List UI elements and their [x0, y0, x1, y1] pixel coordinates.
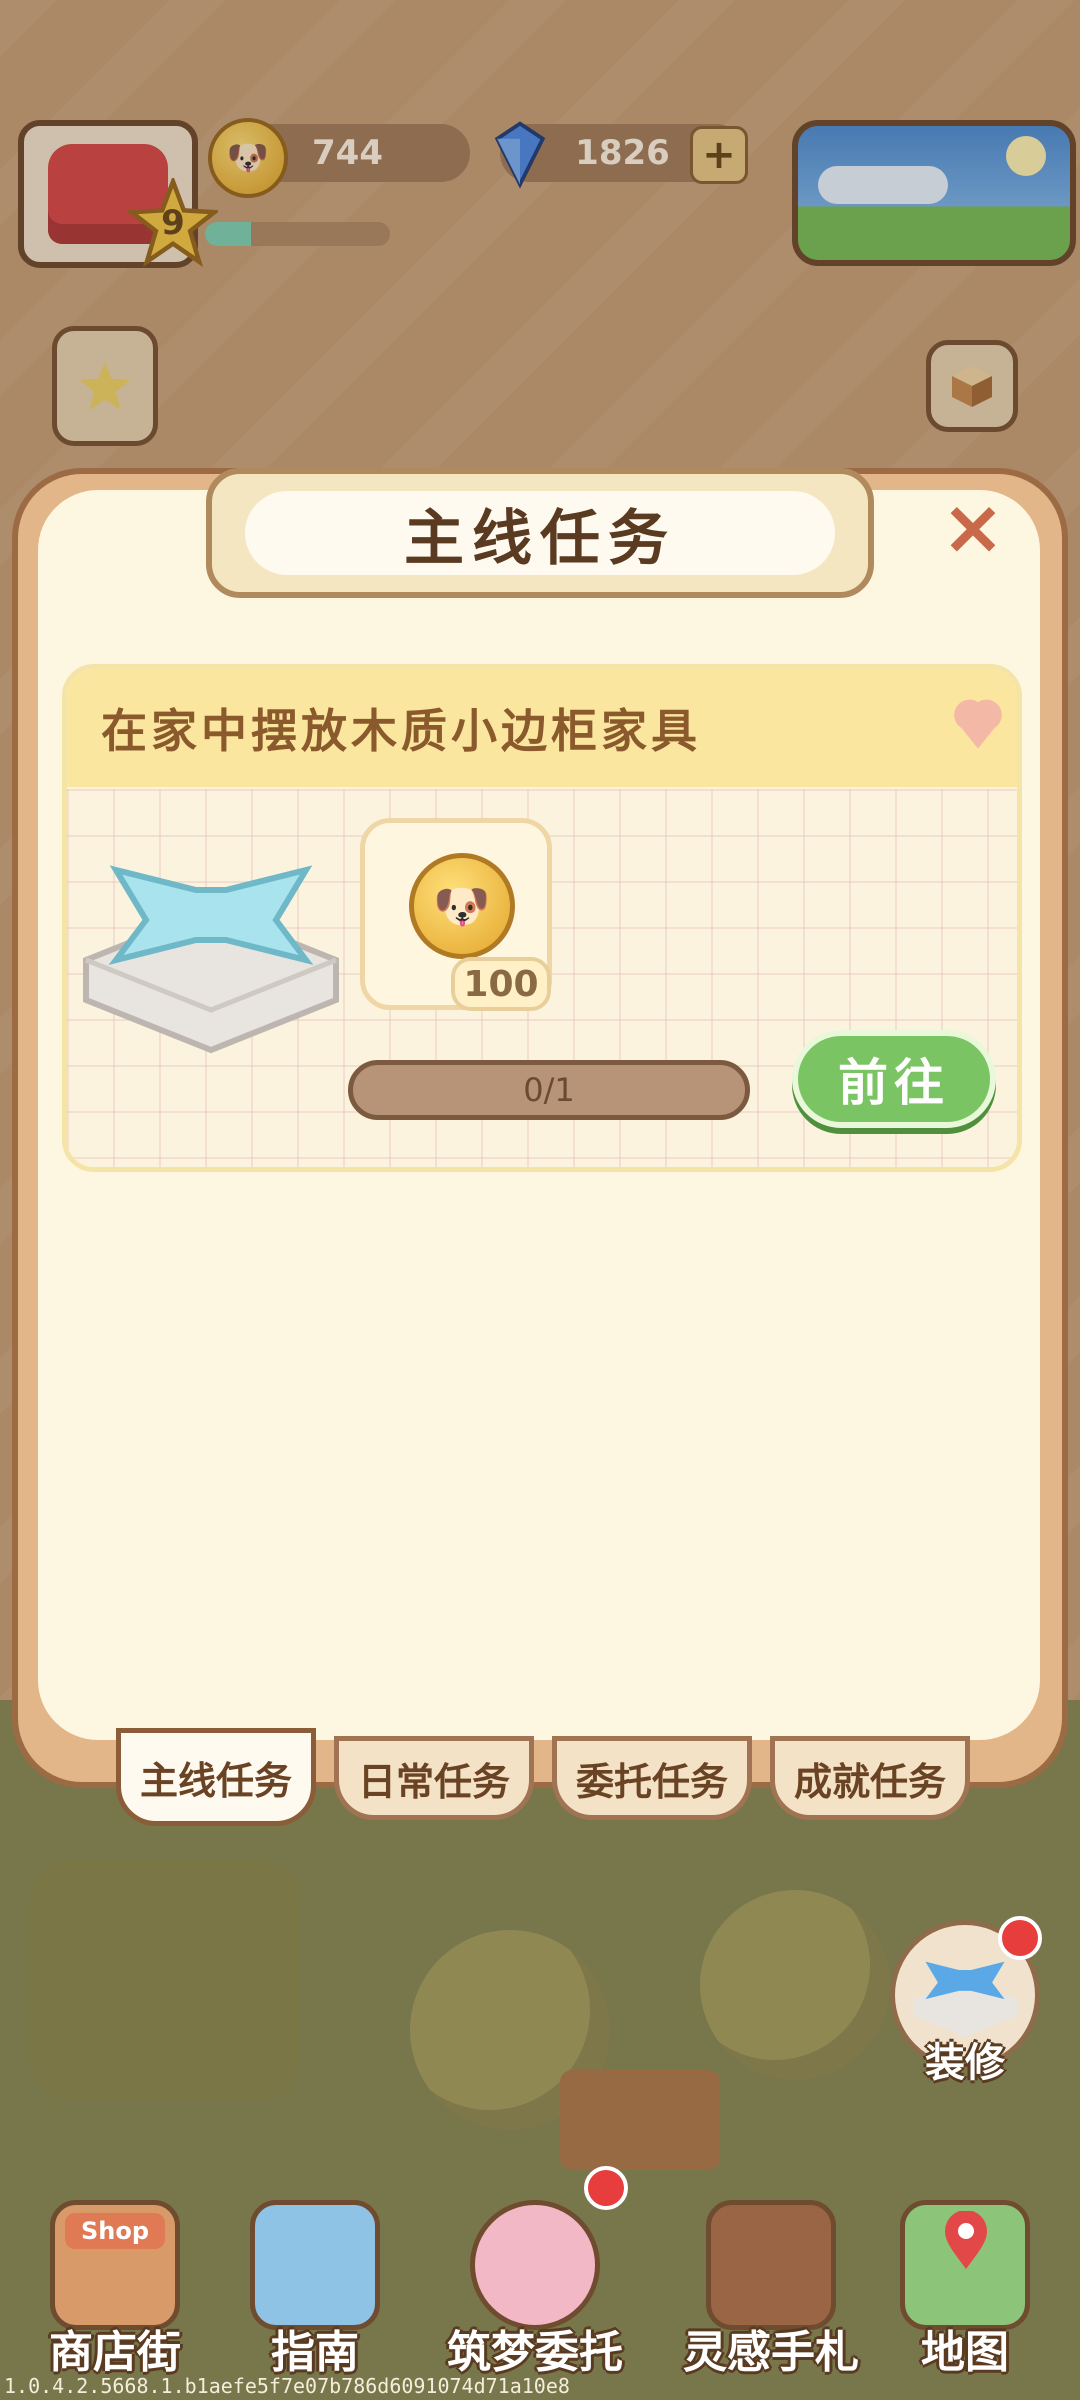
decorate-label: 装修 [925, 2040, 1005, 2086]
quill-book-icon [706, 2200, 836, 2330]
shop-icon: Shop [50, 2200, 180, 2330]
nav-label: 筑梦委托 [447, 2327, 623, 2378]
nav-shop-street[interactable]: Shop 商店街 [20, 2190, 210, 2386]
coin-icon: 🐶 [409, 853, 515, 959]
tab-commission-quest[interactable]: 委托任务 [552, 1736, 752, 1820]
modal-title-plate: 主线任务 [206, 468, 874, 598]
task-description: 在家中摆放木质小边柜家具 [101, 704, 701, 758]
modal-title: 主线任务 [245, 491, 835, 575]
version-text: 1.0.4.2.5668.1.b1aefe5f7e07b786d6091074d… [4, 2374, 570, 2398]
task-header: 在家中摆放木质小边柜家具 [67, 669, 1017, 787]
notification-dot [998, 1916, 1042, 1960]
tab-daily-quest[interactable]: 日常任务 [334, 1736, 534, 1820]
task-progress-bar: 0/1 [348, 1060, 750, 1120]
side-cabinet-icon [83, 865, 339, 1054]
nav-inspiration-notes[interactable]: 灵感手札 [676, 2190, 866, 2386]
nav-map[interactable]: 地图 [870, 2190, 1060, 2386]
reward-quantity: 100 [451, 957, 551, 1011]
close-button[interactable]: × [938, 489, 1008, 565]
reward-card: 🐶 100 [360, 818, 552, 1011]
heart-decoration-icon [954, 699, 1002, 749]
nav-label: 指南 [271, 2327, 359, 2378]
guide-icon [250, 2200, 380, 2330]
nav-guide[interactable]: 指南 [220, 2190, 410, 2386]
nav-label: 商店街 [49, 2327, 181, 2378]
nav-label: 灵感手札 [683, 2327, 859, 2378]
task-progress-text: 0/1 [523, 1071, 575, 1109]
quest-tabs: 主线任务 日常任务 委托任务 成就任务 [116, 1728, 976, 1828]
go-button[interactable]: 前往 [792, 1030, 996, 1128]
nav-label: 地图 [921, 2327, 1009, 2378]
map-icon [900, 2200, 1030, 2330]
shop-sign: Shop [65, 2213, 165, 2249]
notebook-icon [470, 2200, 600, 2330]
notification-dot [584, 2166, 628, 2210]
map-pin-icon [945, 2211, 987, 2269]
tab-main-quest[interactable]: 主线任务 [116, 1728, 316, 1826]
nav-dream-commission[interactable]: 筑梦委托 [440, 2190, 630, 2386]
tab-achievement-quest[interactable]: 成就任务 [770, 1736, 970, 1820]
